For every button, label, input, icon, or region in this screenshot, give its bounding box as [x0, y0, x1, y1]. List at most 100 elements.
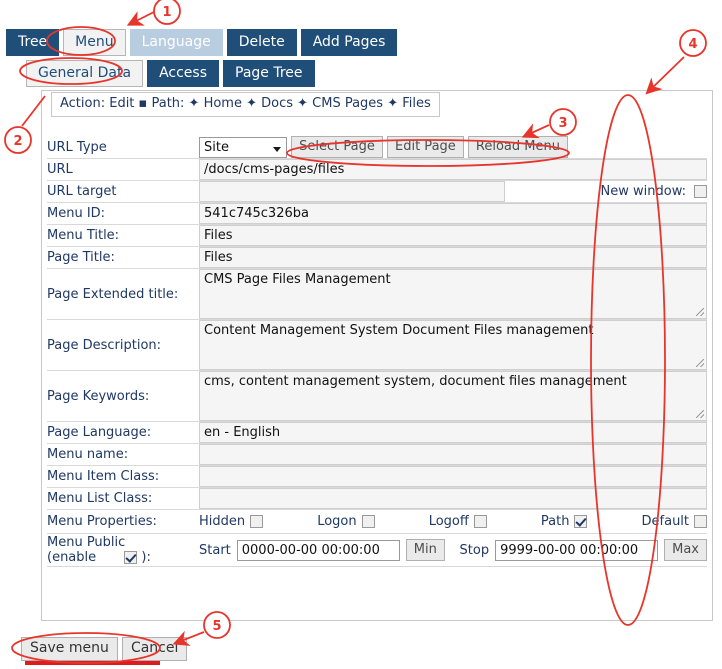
- label-menu-public: Menu Public (enable ):: [47, 534, 199, 567]
- url-input[interactable]: [199, 159, 707, 180]
- row-page-keywords: Page Keywords:: [47, 371, 707, 422]
- prop-logoff-label: Logoff: [428, 514, 469, 529]
- select-page-button[interactable]: Select Page: [291, 136, 383, 158]
- row-menu-item-class: Menu Item Class:: [47, 466, 707, 488]
- start-datetime-input[interactable]: [236, 539, 400, 561]
- annotation-marker-circle-1: [153, 0, 181, 25]
- prop-logoff: Logoff: [429, 514, 487, 529]
- annotation-marker-5: 5: [212, 619, 221, 634]
- label-url-target: URL target: [47, 184, 117, 199]
- row-menu-list-class: Menu List Class:: [47, 488, 707, 510]
- prop-path-label: Path: [540, 514, 570, 529]
- prop-path-checkbox[interactable]: [574, 515, 588, 528]
- cancel-button[interactable]: Cancel: [121, 637, 188, 661]
- chevron-down-icon: [273, 146, 281, 152]
- tab-menu[interactable]: Menu: [63, 29, 126, 56]
- label-menu-id: Menu ID:: [47, 206, 106, 221]
- row-url-target: URL target New window:: [47, 181, 707, 203]
- menu-name-input[interactable]: [199, 444, 707, 465]
- row-menu-public: Menu Public (enable ): Start Min Stop Ma…: [47, 534, 707, 567]
- tab-add-pages[interactable]: Add Pages: [300, 29, 398, 56]
- page-description-textarea[interactable]: [199, 320, 707, 370]
- prop-logoff-checkbox[interactable]: [473, 515, 487, 528]
- label-page-description: Page Description:: [47, 337, 162, 353]
- breadcrumb: Action: Edit ▪ Path: ✦ Home ✦ Docs ✦ CMS…: [51, 92, 440, 117]
- label-menu-name: Menu name:: [47, 447, 129, 462]
- red-underline-bar: [25, 661, 160, 665]
- prop-path: Path: [541, 514, 588, 529]
- form-actions: Save menu Cancel: [21, 637, 188, 661]
- sub-tab-bar: General Data Access Page Tree: [26, 60, 315, 87]
- prop-default-checkbox[interactable]: [694, 515, 708, 528]
- row-page-language: Page Language:: [47, 422, 707, 444]
- prop-logon: Logon: [317, 514, 375, 529]
- row-menu-properties: Menu Properties: Hidden Logon Logoff Pat…: [47, 510, 708, 534]
- tab-language: Language: [129, 29, 223, 56]
- label-page-keywords: Page Keywords:: [47, 388, 150, 404]
- label-menu-properties: Menu Properties:: [47, 514, 157, 529]
- tab-delete[interactable]: Delete: [226, 29, 297, 56]
- row-menu-name: Menu name:: [47, 444, 707, 466]
- label-menu-public-line1: Menu Public: [47, 535, 126, 550]
- tab-page-tree[interactable]: Page Tree: [223, 60, 315, 87]
- row-url-type: URL Type Site Select Page Edit Page Relo…: [47, 136, 707, 159]
- row-menu-id: Menu ID:: [47, 203, 707, 225]
- url-type-select[interactable]: Site: [199, 136, 287, 158]
- row-menu-title: Menu Title:: [47, 225, 707, 247]
- min-button[interactable]: Min: [405, 539, 445, 561]
- annotation-arrow-1: [126, 8, 161, 26]
- label-url: URL: [47, 162, 73, 177]
- start-label: Start: [199, 542, 231, 558]
- new-window-checkbox[interactable]: [694, 185, 707, 198]
- menu-id-input[interactable]: [199, 203, 707, 224]
- annotation-marker-4: 4: [688, 37, 697, 52]
- prop-logon-label: Logon: [317, 514, 357, 529]
- prop-default-label: Default: [641, 514, 690, 529]
- max-button[interactable]: Max: [664, 539, 707, 561]
- row-page-extended-title: Page Extended title:: [47, 269, 707, 320]
- row-url: URL: [47, 159, 707, 181]
- label-page-language: Page Language:: [47, 425, 152, 440]
- url-target-input[interactable]: [199, 181, 505, 202]
- page-language-input[interactable]: [199, 422, 707, 443]
- prop-hidden-checkbox[interactable]: [250, 515, 264, 528]
- annotation-marker-2: 2: [13, 134, 22, 149]
- label-menu-public-line2: (enable: [47, 550, 97, 565]
- menu-list-class-input[interactable]: [199, 488, 707, 509]
- annotation-marker-circle-4: [679, 29, 707, 57]
- main-tab-bar: Tree Menu Language Delete Add Pages: [6, 29, 398, 56]
- save-menu-button[interactable]: Save menu: [21, 637, 118, 661]
- menu-public-checkbox[interactable]: [124, 551, 138, 564]
- reload-menu-button[interactable]: Reload Menu: [467, 136, 568, 158]
- general-data-form: URL Type Site Select Page Edit Page Relo…: [47, 136, 708, 567]
- menu-public-suffix: ):: [141, 550, 151, 565]
- tab-tree[interactable]: Tree: [6, 29, 60, 56]
- annotation-marker-1: 1: [162, 5, 171, 20]
- stop-label: Stop: [459, 542, 490, 558]
- menu-item-class-input[interactable]: [199, 466, 707, 487]
- prop-logon-checkbox[interactable]: [361, 515, 375, 528]
- label-page-extended-title: Page Extended title:: [47, 286, 179, 302]
- annotation-arrow-4: [645, 56, 685, 95]
- annotation-marker-circle-2: [4, 126, 32, 154]
- tab-access[interactable]: Access: [147, 60, 219, 87]
- url-type-select-value: Site: [204, 139, 229, 155]
- prop-hidden-label: Hidden: [199, 514, 246, 529]
- new-window-label: New window:: [600, 184, 686, 199]
- row-page-description: Page Description:: [47, 320, 707, 371]
- stop-datetime-input[interactable]: [495, 539, 659, 561]
- label-menu-list-class: Menu List Class:: [47, 491, 153, 506]
- label-page-title: Page Title:: [47, 250, 115, 265]
- label-url-type: URL Type: [47, 139, 107, 155]
- page-extended-title-textarea[interactable]: [199, 269, 707, 319]
- edit-page-button[interactable]: Edit Page: [387, 136, 464, 158]
- label-menu-item-class: Menu Item Class:: [47, 469, 160, 484]
- menu-title-input[interactable]: [199, 225, 707, 246]
- prop-default: Default: [642, 514, 708, 529]
- page-title-input[interactable]: [199, 247, 707, 268]
- label-menu-title: Menu Title:: [47, 228, 120, 243]
- prop-hidden: Hidden: [199, 514, 264, 529]
- tab-general-data[interactable]: General Data: [26, 60, 144, 87]
- row-page-title: Page Title:: [47, 247, 707, 269]
- page-keywords-textarea[interactable]: [199, 371, 707, 421]
